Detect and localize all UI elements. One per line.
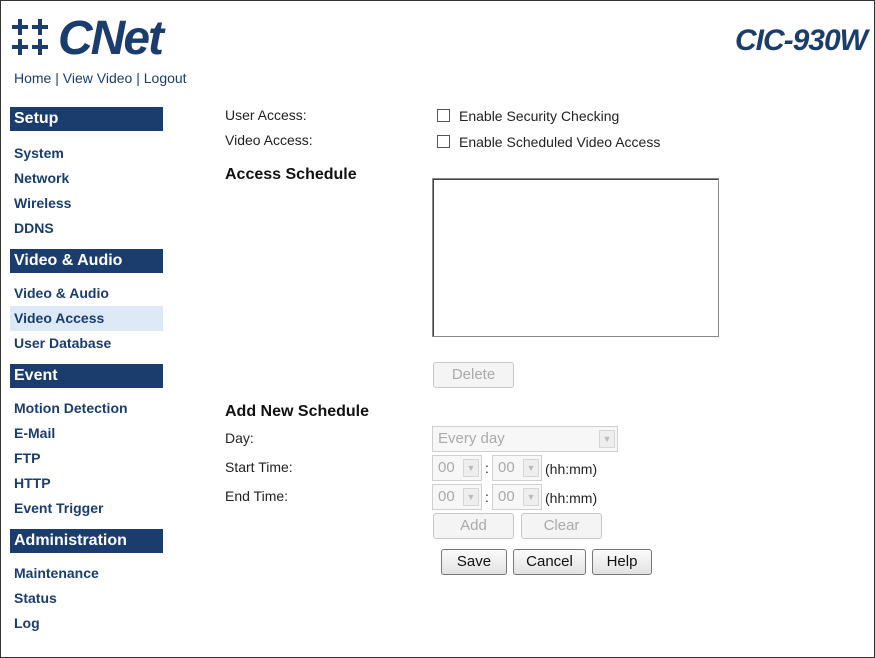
security-checking-label: Enable Security Checking xyxy=(459,108,620,124)
model-name: CIC-930W xyxy=(734,24,868,57)
schedule-listbox[interactable] xyxy=(432,178,719,337)
security-checking-checkbox[interactable] xyxy=(437,109,450,122)
sidebar-item-user-database[interactable]: User Database xyxy=(10,331,163,356)
logout-link[interactable]: Logout xyxy=(144,70,187,86)
chevron-down-icon: ▼ xyxy=(463,488,479,506)
sidebar-item-maintenance[interactable]: Maintenance xyxy=(10,561,163,586)
day-select[interactable]: Every day ▼ xyxy=(432,426,618,452)
sidebar: Setup System Network Wireless DDNS Video… xyxy=(10,107,163,636)
nav-separator: | xyxy=(132,70,144,86)
end-time-label: End Time: xyxy=(225,488,289,504)
sidebar-item-video-audio[interactable]: Video & Audio xyxy=(10,281,163,306)
add-button[interactable]: Add xyxy=(433,513,514,539)
chevron-down-icon: ▼ xyxy=(523,459,539,477)
cancel-button[interactable]: Cancel xyxy=(513,549,586,575)
sidebar-item-ftp[interactable]: FTP xyxy=(10,446,163,471)
scheduled-access-checkbox[interactable] xyxy=(437,135,450,148)
scheduled-access-label: Enable Scheduled Video Access xyxy=(459,134,661,150)
save-button[interactable]: Save xyxy=(441,549,507,575)
start-time-hint: (hh:mm) xyxy=(545,461,598,477)
sidebar-item-ddns[interactable]: DDNS xyxy=(10,216,163,241)
chevron-down-icon: ▼ xyxy=(599,430,615,448)
home-link[interactable]: Home xyxy=(14,70,51,86)
sidebar-section-event: Event xyxy=(10,364,163,388)
sidebar-section-administration: Administration xyxy=(10,529,163,553)
end-hour-select[interactable]: 00 ▼ xyxy=(432,484,482,510)
sidebar-item-system[interactable]: System xyxy=(10,141,163,166)
day-label: Day: xyxy=(225,430,254,446)
sidebar-item-event-trigger[interactable]: Event Trigger xyxy=(10,496,163,521)
sidebar-item-video-access[interactable]: Video Access xyxy=(10,306,163,331)
end-minute-value: 00 xyxy=(498,488,515,505)
sidebar-section-setup: Setup xyxy=(10,107,163,131)
time-colon: : xyxy=(485,489,489,505)
start-time-label: Start Time: xyxy=(225,459,293,475)
time-colon: : xyxy=(485,460,489,476)
chevron-down-icon: ▼ xyxy=(463,459,479,477)
clear-button[interactable]: Clear xyxy=(521,513,602,539)
help-button[interactable]: Help xyxy=(592,549,652,575)
logo-wordmark: CNet xyxy=(58,12,164,65)
view-video-link[interactable]: View Video xyxy=(63,70,133,86)
sidebar-item-http[interactable]: HTTP xyxy=(10,471,163,496)
sidebar-item-motion-detection[interactable]: Motion Detection xyxy=(10,396,163,421)
sidebar-item-log[interactable]: Log xyxy=(10,611,163,636)
start-hour-select[interactable]: 00 ▼ xyxy=(432,455,482,481)
cnet-logo: CNet xyxy=(10,12,164,65)
add-schedule-heading: Add New Schedule xyxy=(225,403,370,420)
cnet-logo-icon xyxy=(12,19,48,55)
end-time-hint: (hh:mm) xyxy=(545,490,598,506)
chevron-down-icon: ▼ xyxy=(523,488,539,506)
start-minute-select[interactable]: 00 ▼ xyxy=(492,455,542,481)
end-minute-select[interactable]: 00 ▼ xyxy=(492,484,542,510)
delete-button[interactable]: Delete xyxy=(433,362,514,388)
nav-separator: | xyxy=(51,70,63,86)
sidebar-section-video-audio: Video & Audio xyxy=(10,249,163,273)
day-select-value: Every day xyxy=(438,430,505,447)
top-nav: Home | View Video | Logout xyxy=(14,70,187,86)
sidebar-item-email[interactable]: E-Mail xyxy=(10,421,163,446)
start-minute-value: 00 xyxy=(498,459,515,476)
start-hour-value: 00 xyxy=(438,459,455,476)
sidebar-item-wireless[interactable]: Wireless xyxy=(10,191,163,216)
sidebar-item-status[interactable]: Status xyxy=(10,586,163,611)
access-schedule-heading: Access Schedule xyxy=(225,166,357,183)
video-access-label: Video Access: xyxy=(225,132,313,148)
end-hour-value: 00 xyxy=(438,488,455,505)
user-access-label: User Access: xyxy=(225,107,307,123)
sidebar-item-network[interactable]: Network xyxy=(10,166,163,191)
